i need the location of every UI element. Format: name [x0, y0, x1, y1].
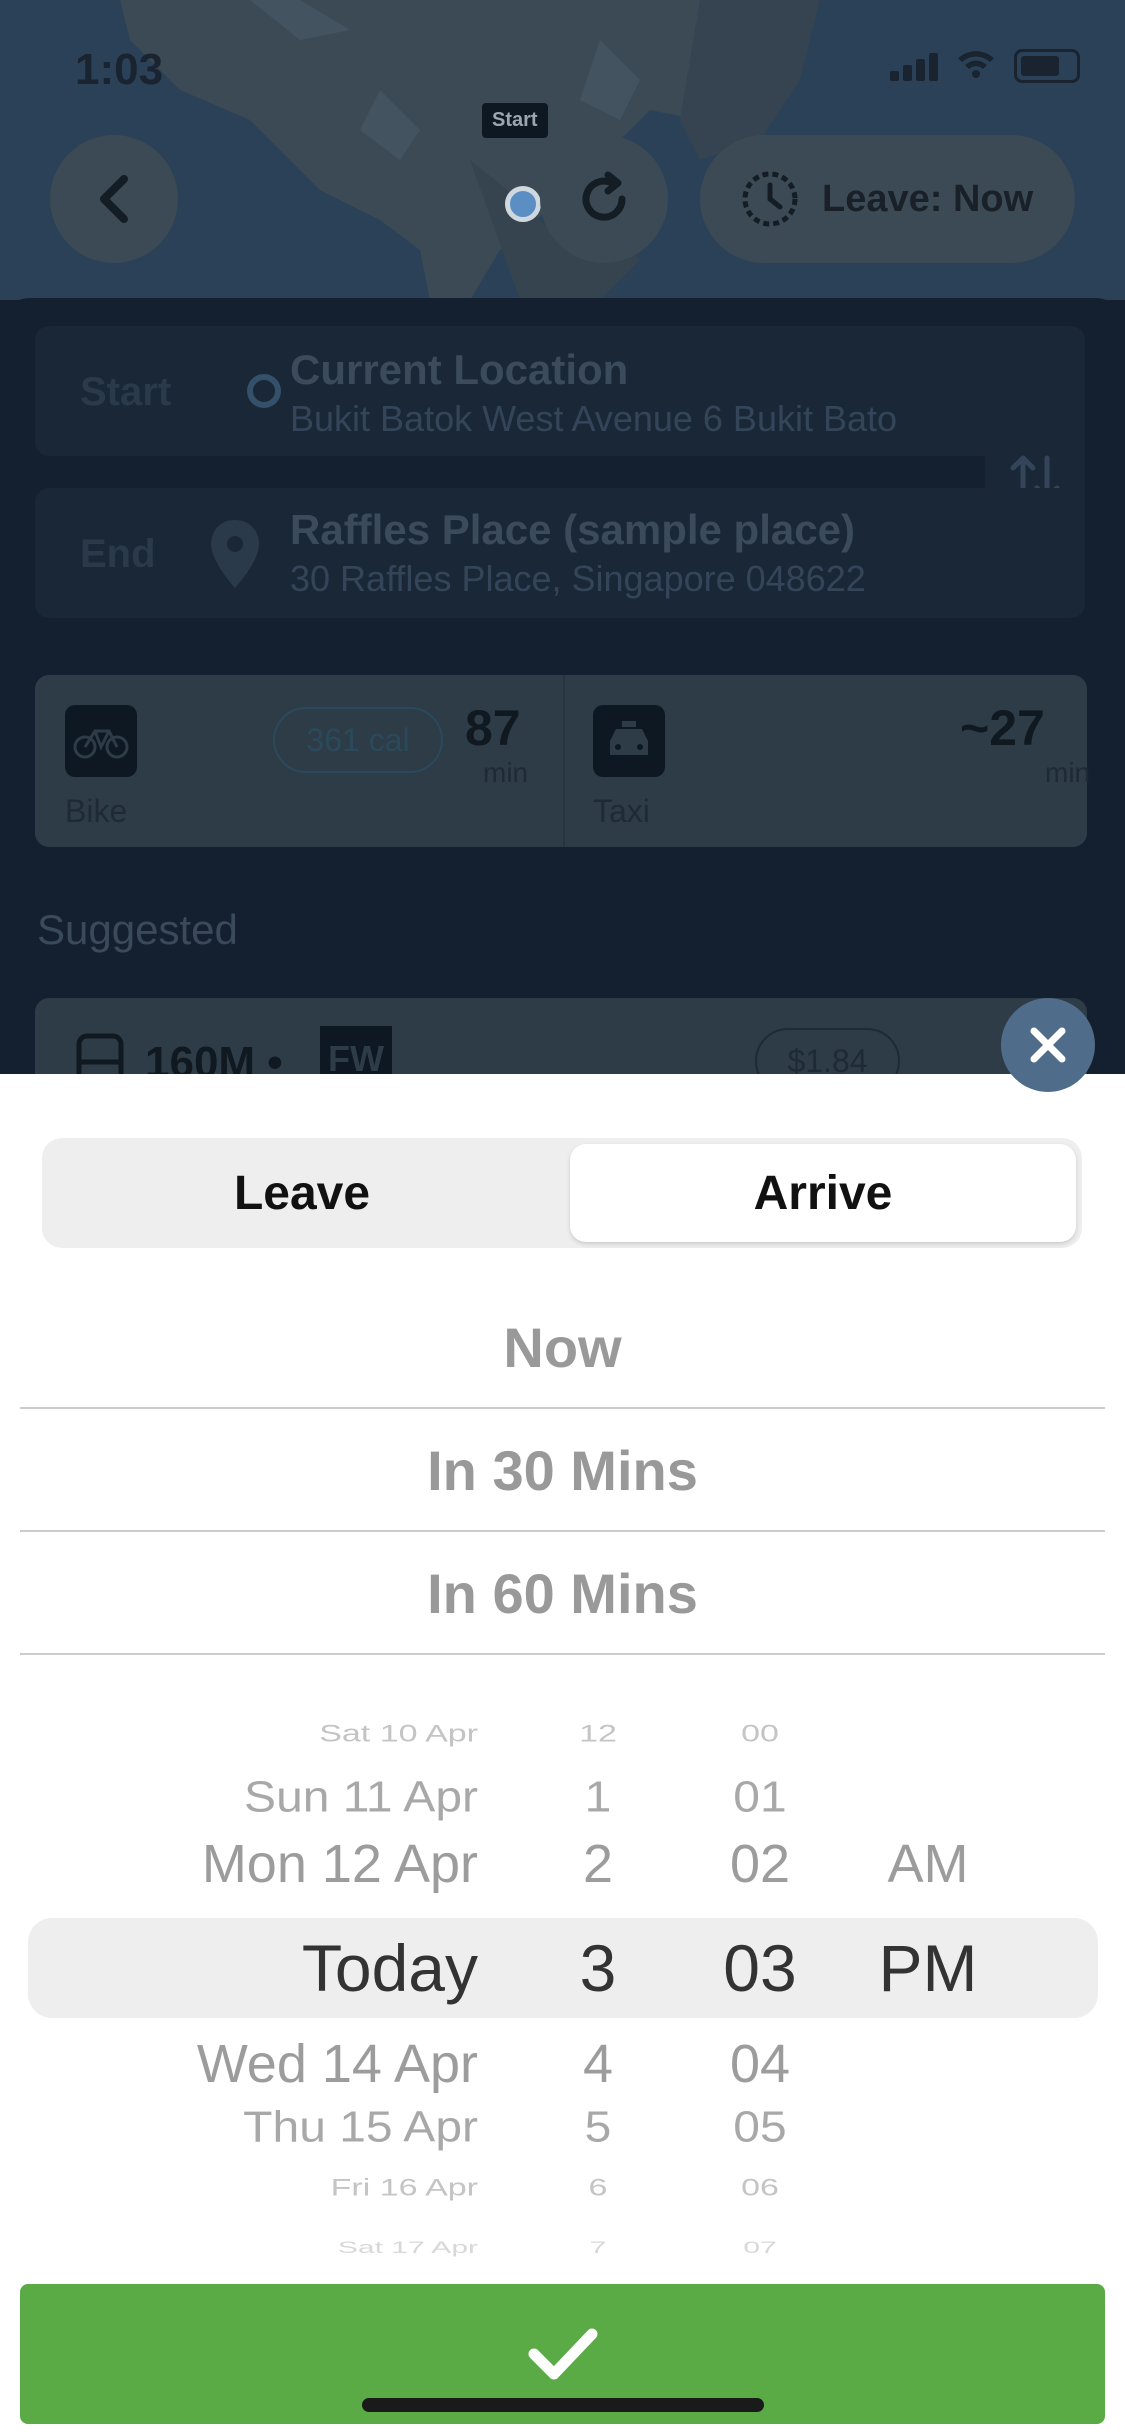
- bike-time-unit: min: [483, 757, 529, 788]
- home-indicator: [362, 2398, 764, 2412]
- period-wheel-item[interactable]: PM: [828, 1935, 1028, 2001]
- signal-icon: [890, 51, 938, 81]
- start-location-field[interactable]: Start Current Location Bukit Batok West …: [35, 326, 1085, 456]
- calories-badge: 361 cal: [273, 707, 443, 773]
- period-wheel[interactable]: AM PM: [0, 1684, 1125, 2304]
- bike-icon: [65, 705, 137, 777]
- date-time-picker[interactable]: Fri 9 AprSat 10 AprSun 11 AprMon 12 AprT…: [0, 1684, 1125, 2304]
- tab-leave[interactable]: Leave: [42, 1138, 562, 1248]
- suggested-heading: Suggested: [37, 906, 238, 953]
- taxi-label: Taxi: [593, 793, 650, 829]
- leave-time-label: Leave: Now: [822, 177, 1034, 220]
- map-start-marker-label: Start: [482, 103, 548, 138]
- current-location-dot: [505, 186, 541, 222]
- quick-option-60-mins[interactable]: In 60 Mins: [20, 1533, 1105, 1655]
- quick-option-30-mins[interactable]: In 30 Mins: [20, 1410, 1105, 1532]
- taxi-time: ~27: [960, 700, 1045, 756]
- bike-label: Bike: [65, 793, 128, 829]
- leave-arrive-toggle: Leave Arrive: [42, 1138, 1082, 1248]
- wifi-icon: [956, 48, 996, 83]
- start-title: Current Location: [290, 346, 629, 393]
- start-label: Start: [80, 370, 172, 414]
- travel-modes: Bike 361 cal 87 min Taxi ~27 min: [35, 675, 1091, 847]
- taxi-mode-option[interactable]: Taxi ~27 min: [565, 675, 1091, 847]
- location-pin-icon: [211, 520, 259, 588]
- taxi-icon: [593, 705, 665, 777]
- route-sheet: Start Current Location Bukit Batok West …: [0, 298, 1125, 1088]
- close-button[interactable]: [1001, 998, 1095, 1092]
- bike-time: 87: [465, 700, 521, 756]
- back-button[interactable]: [50, 135, 178, 263]
- start-ring-icon: [247, 374, 281, 408]
- time-picker-modal: Leave Arrive Now In 30 Mins In 60 Mins F…: [0, 1074, 1125, 2436]
- battery-icon: [1014, 48, 1080, 83]
- close-icon: [1030, 1027, 1066, 1063]
- clock-icon: [742, 171, 798, 227]
- end-subtitle: 30 Raffles Place, Singapore 048622: [290, 558, 866, 599]
- taxi-time-unit: min: [1045, 757, 1091, 788]
- end-location-field[interactable]: End Raffles Place (sample place) 30 Raff…: [35, 488, 1085, 618]
- start-subtitle: Bukit Batok West Avenue 6 Bukit Bato: [290, 398, 898, 439]
- period-wheel-item[interactable]: AM: [828, 1837, 1028, 1891]
- refresh-icon: [582, 171, 626, 221]
- bike-mode-option[interactable]: Bike 361 cal 87 min: [35, 675, 561, 847]
- status-icons: [890, 48, 1080, 83]
- end-label: End: [80, 532, 156, 576]
- chevron-left-icon: [100, 175, 128, 223]
- end-title: Raffles Place (sample place): [290, 506, 855, 553]
- status-time: 1:03: [75, 45, 164, 94]
- leave-time-button[interactable]: Leave: Now: [700, 135, 1075, 263]
- checkmark-icon: [528, 2328, 597, 2380]
- tab-arrive[interactable]: Arrive: [570, 1144, 1076, 1242]
- quick-option-now[interactable]: Now: [20, 1287, 1105, 1409]
- refresh-button[interactable]: [540, 135, 668, 263]
